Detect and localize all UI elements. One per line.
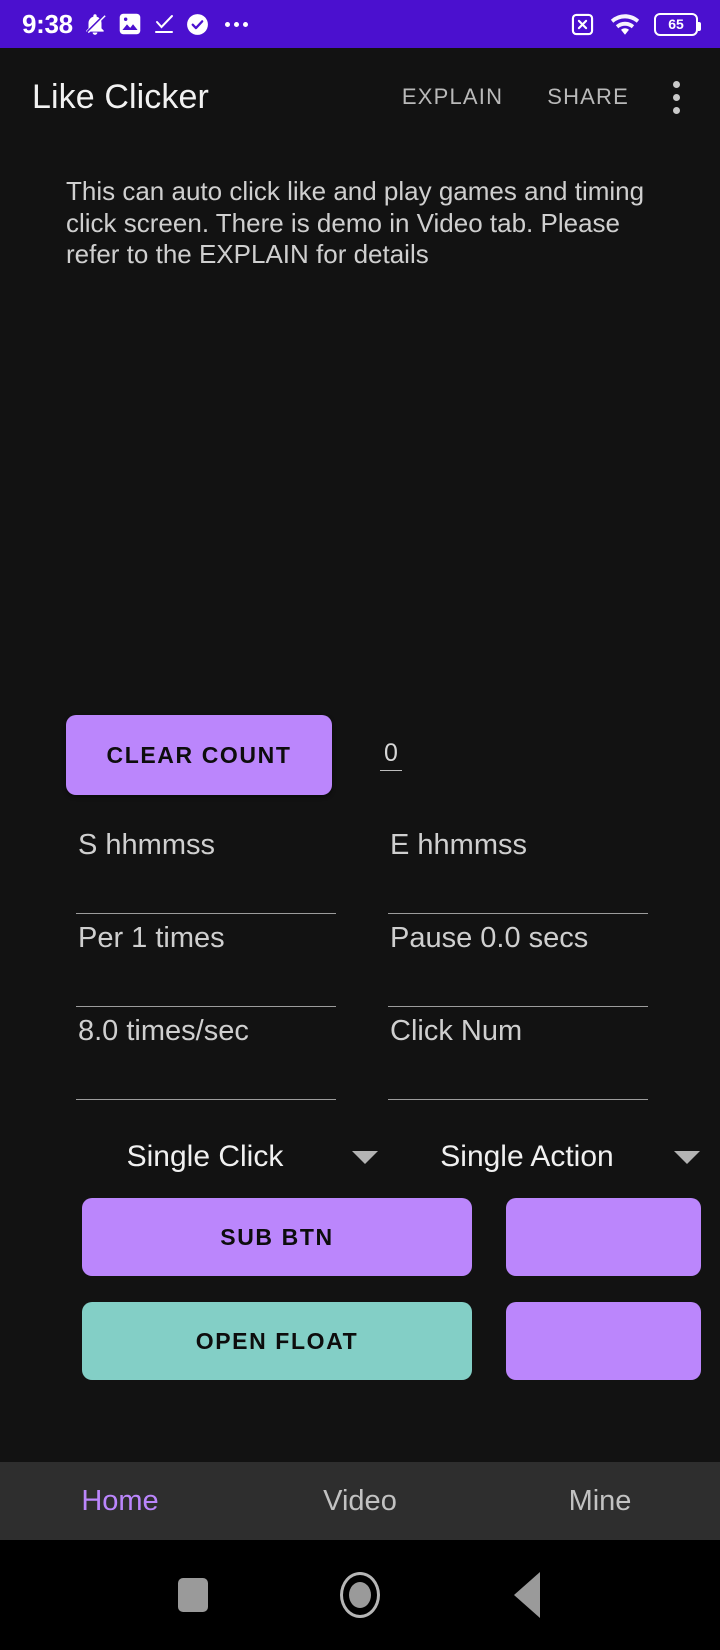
bottom-spacer: [0, 1406, 720, 1462]
pause-secs-field[interactable]: [388, 914, 648, 1007]
settings-fields-grid: [0, 821, 720, 1100]
rate-field[interactable]: [76, 1007, 336, 1100]
sim-error-icon: [571, 13, 594, 35]
chevron-down-icon: [352, 1150, 378, 1164]
battery-percent-label: 65: [668, 16, 684, 32]
start-time-input[interactable]: [76, 821, 336, 862]
system-navigation-bar: [0, 1540, 720, 1650]
save-button[interactable]: SA: [506, 1302, 701, 1380]
end-time-field[interactable]: [388, 821, 648, 914]
status-bar: 9:38 65: [0, 0, 720, 48]
del-button[interactable]: D: [506, 1198, 701, 1276]
wifi-icon: [610, 14, 640, 35]
app-bar-actions: EXPLAIN SHARE: [380, 69, 696, 126]
battery-icon: 65: [654, 12, 701, 36]
tab-mine[interactable]: Mine: [480, 1485, 720, 1518]
spinner-row: Single Click Single Action: [0, 1140, 720, 1174]
action-buttons-row-2: OPEN FLOAT SA: [82, 1302, 720, 1380]
clear-count-button[interactable]: CLEAR COUNT: [66, 715, 332, 795]
home-button[interactable]: [320, 1555, 400, 1635]
mute-bell-icon: [86, 14, 106, 35]
check-underline-icon: [154, 15, 173, 33]
action-mode-label: Single Action: [440, 1140, 614, 1173]
share-button[interactable]: SHARE: [525, 70, 651, 124]
end-time-input[interactable]: [388, 821, 648, 862]
clear-count-row: CLEAR COUNT 0: [0, 715, 720, 795]
triangle-back-icon: [513, 1572, 540, 1618]
sub-btn-button[interactable]: SUB BTN: [82, 1198, 472, 1276]
chevron-down-icon: [674, 1150, 700, 1164]
page-title: Like Clicker: [32, 77, 209, 116]
action-buttons: SUB BTN D OPEN FLOAT SA: [0, 1198, 720, 1406]
explain-button[interactable]: EXPLAIN: [380, 70, 525, 124]
open-float-button[interactable]: OPEN FLOAT: [82, 1302, 472, 1380]
click-mode-label: Single Click: [126, 1140, 284, 1173]
action-buttons-row-1: SUB BTN D: [82, 1198, 720, 1276]
app-description: This can auto click like and play games …: [66, 176, 645, 270]
status-bar-left: 9:38: [22, 9, 248, 40]
overflow-menu-icon[interactable]: [651, 69, 696, 126]
image-icon: [119, 13, 141, 35]
click-count-value[interactable]: 0: [380, 739, 402, 771]
click-num-field[interactable]: [388, 1007, 648, 1100]
click-num-input[interactable]: [388, 1007, 648, 1048]
square-icon: [178, 1578, 209, 1612]
per-times-input[interactable]: [76, 914, 336, 955]
pause-secs-input[interactable]: [388, 914, 648, 955]
status-bar-clock: 9:38: [22, 8, 73, 39]
app-bar: Like Clicker EXPLAIN SHARE: [0, 48, 720, 146]
tab-home[interactable]: Home: [0, 1485, 240, 1518]
shield-check-icon: [186, 13, 208, 35]
per-times-field[interactable]: [76, 914, 336, 1007]
circle-icon: [339, 1572, 380, 1618]
main-content: This can auto click like and play games …: [0, 146, 720, 1462]
start-time-field[interactable]: [76, 821, 336, 914]
app-screen: 9:38 65 Like Clicker EXPLAIN SHARE This …: [0, 0, 720, 1650]
bottom-navigation: Home Video Mine: [0, 1462, 720, 1540]
overflow-dots-icon: [224, 21, 248, 27]
rate-input[interactable]: [76, 1007, 336, 1048]
back-button[interactable]: [487, 1555, 567, 1635]
click-mode-spinner[interactable]: Single Click: [76, 1140, 398, 1174]
status-bar-right: 65: [569, 11, 701, 38]
action-mode-spinner[interactable]: Single Action: [398, 1140, 720, 1174]
tab-video[interactable]: Video: [240, 1485, 480, 1518]
recents-button[interactable]: [153, 1555, 233, 1635]
